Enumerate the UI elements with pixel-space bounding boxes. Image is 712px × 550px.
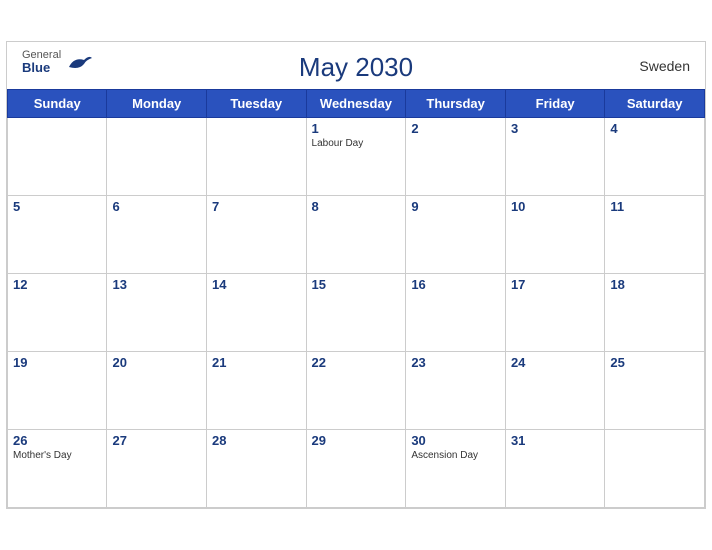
header-tuesday: Tuesday bbox=[207, 90, 307, 118]
calendar-cell: 11 bbox=[605, 196, 705, 274]
calendar-container: General Blue May 2030 Sweden Sunday Mond… bbox=[6, 41, 706, 509]
day-number: 9 bbox=[411, 199, 500, 214]
calendar-cell bbox=[207, 118, 307, 196]
calendar-cell: 22 bbox=[306, 352, 406, 430]
calendar-cell: 5 bbox=[8, 196, 107, 274]
day-number: 24 bbox=[511, 355, 599, 370]
calendar-week-row: 56789 10 11 bbox=[8, 196, 705, 274]
day-number: 5 bbox=[13, 199, 101, 214]
day-number: 6 bbox=[112, 199, 201, 214]
day-number: 22 bbox=[312, 355, 401, 370]
header-wednesday: Wednesday bbox=[306, 90, 406, 118]
day-number: 11 bbox=[610, 199, 699, 214]
day-number: 17 bbox=[511, 277, 599, 292]
calendar-week-row: 1 Labour Day 234 bbox=[8, 118, 705, 196]
day-number: 8 bbox=[312, 199, 401, 214]
day-number: 25 bbox=[610, 355, 699, 370]
day-number: 1 bbox=[312, 121, 401, 136]
day-number: 14 bbox=[212, 277, 301, 292]
day-number: 18 bbox=[610, 277, 699, 292]
calendar-cell: 21 bbox=[207, 352, 307, 430]
calendar-cell: 12 bbox=[8, 274, 107, 352]
calendar-week-row: 12 13 14 15 16 17 18 bbox=[8, 274, 705, 352]
day-number: 7 bbox=[212, 199, 301, 214]
calendar-cell: 18 bbox=[605, 274, 705, 352]
day-number: 15 bbox=[312, 277, 401, 292]
logo-blue: Blue bbox=[22, 61, 61, 74]
holiday-label: Mother's Day bbox=[13, 450, 101, 461]
day-number: 16 bbox=[411, 277, 500, 292]
day-number: 30 bbox=[411, 433, 500, 448]
calendar-cell bbox=[605, 430, 705, 508]
calendar-cell: 10 bbox=[505, 196, 604, 274]
day-number: 23 bbox=[411, 355, 500, 370]
calendar-header: General Blue May 2030 Sweden bbox=[7, 42, 705, 89]
day-number: 21 bbox=[212, 355, 301, 370]
day-number: 28 bbox=[212, 433, 301, 448]
calendar-cell bbox=[107, 118, 207, 196]
holiday-label: Ascension Day bbox=[411, 450, 500, 461]
country-label: Sweden bbox=[639, 58, 690, 74]
calendar-cell: 2 bbox=[406, 118, 506, 196]
logo-bird-icon bbox=[64, 52, 94, 72]
calendar-week-row: 26 Mother's Day 27 28 29 30 Ascension Day 31 bbox=[8, 430, 705, 508]
calendar-cell: 3 bbox=[505, 118, 604, 196]
header-monday: Monday bbox=[107, 90, 207, 118]
calendar-cell: 27 bbox=[107, 430, 207, 508]
calendar-cell: 24 bbox=[505, 352, 604, 430]
day-number: 29 bbox=[312, 433, 401, 448]
holiday-label: Labour Day bbox=[312, 138, 401, 149]
calendar-cell: 23 bbox=[406, 352, 506, 430]
day-number: 4 bbox=[610, 121, 699, 136]
calendar-cell: 17 bbox=[505, 274, 604, 352]
calendar-cell: 20 bbox=[107, 352, 207, 430]
day-number: 2 bbox=[411, 121, 500, 136]
calendar-cell: 26 Mother's Day bbox=[8, 430, 107, 508]
calendar-grid: Sunday Monday Tuesday Wednesday Thursday… bbox=[7, 89, 705, 508]
calendar-cell: 19 bbox=[8, 352, 107, 430]
calendar-cell: 16 bbox=[406, 274, 506, 352]
calendar-cell: 25 bbox=[605, 352, 705, 430]
day-number: 31 bbox=[511, 433, 599, 448]
day-number: 10 bbox=[511, 199, 599, 214]
day-number: 20 bbox=[112, 355, 201, 370]
day-number: 27 bbox=[112, 433, 201, 448]
calendar-week-row: 19 20 21 22 23 24 25 bbox=[8, 352, 705, 430]
calendar-cell: 9 bbox=[406, 196, 506, 274]
header-friday: Friday bbox=[505, 90, 604, 118]
day-number: 12 bbox=[13, 277, 101, 292]
calendar-cell: 15 bbox=[306, 274, 406, 352]
month-title: May 2030 bbox=[299, 52, 413, 83]
calendar-cell: 8 bbox=[306, 196, 406, 274]
logo-area: General Blue bbox=[22, 50, 94, 74]
calendar-cell: 6 bbox=[107, 196, 207, 274]
calendar-cell: 28 bbox=[207, 430, 307, 508]
weekday-header-row: Sunday Monday Tuesday Wednesday Thursday… bbox=[8, 90, 705, 118]
header-sunday: Sunday bbox=[8, 90, 107, 118]
day-number: 26 bbox=[13, 433, 101, 448]
calendar-cell: 7 bbox=[207, 196, 307, 274]
header-saturday: Saturday bbox=[605, 90, 705, 118]
calendar-cell bbox=[8, 118, 107, 196]
calendar-cell: 4 bbox=[605, 118, 705, 196]
calendar-cell: 29 bbox=[306, 430, 406, 508]
calendar-cell: 30 Ascension Day bbox=[406, 430, 506, 508]
calendar-cell: 1 Labour Day bbox=[306, 118, 406, 196]
day-number: 13 bbox=[112, 277, 201, 292]
day-number: 3 bbox=[511, 121, 599, 136]
header-thursday: Thursday bbox=[406, 90, 506, 118]
day-number: 19 bbox=[13, 355, 101, 370]
calendar-cell: 31 bbox=[505, 430, 604, 508]
calendar-cell: 13 bbox=[107, 274, 207, 352]
calendar-cell: 14 bbox=[207, 274, 307, 352]
